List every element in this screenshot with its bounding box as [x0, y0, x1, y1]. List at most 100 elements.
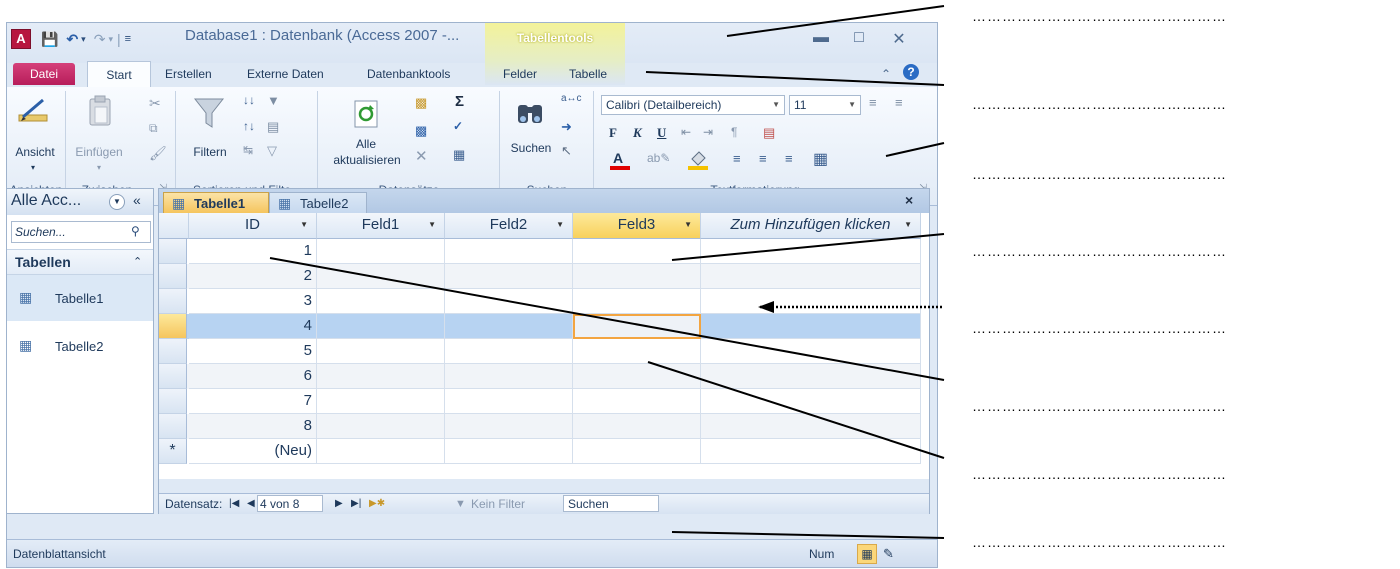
save-record-icon[interactable]: ▩ [415, 123, 427, 139]
tab-start[interactable]: Start [87, 61, 151, 88]
data-cell[interactable] [317, 414, 445, 439]
data-cell[interactable] [317, 264, 445, 289]
last-record-icon[interactable]: ▶| [351, 494, 361, 514]
filter-status-button[interactable]: Kein Filter [471, 494, 525, 514]
data-cell[interactable] [701, 264, 921, 289]
next-record-icon[interactable]: ▶ [335, 494, 343, 514]
column-header-feld2[interactable]: Feld2 ▼ [445, 213, 573, 239]
suchen-button[interactable]: Suchen [501, 141, 561, 155]
filter-icon[interactable] [193, 97, 225, 131]
save-icon[interactable]: 💾 [41, 31, 58, 48]
more-records-icon[interactable]: ▦ [453, 147, 465, 163]
selection-filter-icon[interactable]: ▼ [267, 93, 280, 108]
font-color-icon[interactable]: A [609, 149, 631, 171]
gridline-color-icon[interactable]: ▤ [763, 125, 775, 141]
toggle-filter-icon[interactable]: ▽ [267, 143, 277, 159]
goto-icon[interactable]: ➜ [561, 119, 572, 135]
id-cell[interactable]: 1 [189, 239, 317, 264]
align-left-icon[interactable]: ≡ [733, 151, 741, 166]
data-cell[interactable] [317, 289, 445, 314]
collapse-ribbon-icon[interactable]: ⌃ [881, 67, 891, 81]
binoculars-icon[interactable] [515, 97, 545, 127]
table-row[interactable]: 6 [159, 364, 921, 389]
ansicht-button[interactable]: Ansicht [9, 145, 61, 159]
font-size-combo[interactable]: 11 ▼ [789, 95, 861, 115]
doc-tab-tabelle2[interactable]: ▦ Tabelle2 [269, 192, 367, 213]
table-row[interactable]: 2 [159, 264, 921, 289]
record-selector[interactable] [159, 289, 187, 314]
record-selector[interactable] [159, 339, 187, 364]
numbering-icon[interactable]: ≡ [895, 95, 903, 110]
data-cell[interactable] [445, 389, 573, 414]
data-cell[interactable] [701, 389, 921, 414]
data-cell[interactable] [317, 314, 445, 339]
view-icon[interactable] [17, 97, 51, 127]
sort-ascending-icon[interactable]: ↓↓ [243, 93, 255, 107]
customize-qat-icon[interactable]: ≡ [125, 33, 131, 45]
record-selector[interactable]: * [159, 439, 187, 464]
id-cell[interactable]: (Neu) [189, 439, 317, 464]
record-selector[interactable] [159, 239, 187, 264]
doc-tab-tabelle1[interactable]: ▦ Tabelle1 [163, 192, 269, 213]
record-selector[interactable] [159, 314, 187, 339]
table-row[interactable]: 4 [159, 314, 921, 339]
background-color-icon[interactable] [687, 149, 709, 171]
table-row[interactable]: 1 [159, 239, 921, 264]
data-cell[interactable] [701, 339, 921, 364]
close-window-icon[interactable]: ✕ [887, 29, 911, 49]
totals-icon[interactable]: Σ [455, 93, 464, 110]
data-cell[interactable] [317, 439, 445, 464]
remove-sort-icon[interactable]: ↹ [243, 143, 253, 157]
underline-button[interactable]: U [657, 125, 666, 141]
cut-icon[interactable]: ✂ [149, 95, 161, 112]
paste-icon[interactable] [87, 95, 113, 127]
tab-tabelle[interactable]: Tabelle [563, 63, 613, 85]
table-row[interactable]: 5 [159, 339, 921, 364]
undo-dropdown-icon[interactable]: ▾ [81, 34, 86, 45]
column-header-add-field[interactable]: Zum Hinzufügen klicken ▼ [701, 213, 921, 239]
data-cell[interactable] [445, 414, 573, 439]
indent-increase-icon[interactable]: ⇥ [703, 125, 713, 139]
data-cell[interactable] [317, 339, 445, 364]
table-row[interactable]: 3 [159, 289, 921, 314]
refresh-all-icon[interactable] [353, 99, 379, 129]
indent-decrease-icon[interactable]: ⇤ [681, 125, 691, 139]
select-icon[interactable]: ↖ [561, 143, 572, 159]
data-cell[interactable] [445, 264, 573, 289]
design-view-icon[interactable]: ✎ [883, 540, 894, 567]
prev-record-icon[interactable]: ◀ [247, 494, 255, 514]
redo-icon[interactable]: ↷ [94, 31, 106, 48]
new-record-row[interactable]: * (Neu) [159, 439, 921, 464]
data-cell[interactable] [445, 339, 573, 364]
copy-icon[interactable]: ⧉ [149, 121, 158, 136]
filtern-button[interactable]: Filtern [187, 145, 233, 159]
undo-icon[interactable]: ↶ [66, 31, 78, 48]
tab-externe-daten[interactable]: Externe Daten [241, 63, 330, 85]
nav-collapse-icon[interactable]: « [133, 192, 141, 208]
table-row[interactable]: 8 [159, 414, 921, 439]
id-cell[interactable]: 4 [189, 314, 317, 339]
italic-button[interactable]: K [633, 125, 642, 141]
data-cell[interactable] [573, 289, 701, 314]
id-cell[interactable]: 8 [189, 414, 317, 439]
sort-descending-icon[interactable]: ↑↓ [243, 119, 255, 133]
data-cell[interactable] [573, 239, 701, 264]
data-cell[interactable] [573, 364, 701, 389]
data-cell[interactable] [701, 289, 921, 314]
active-cell[interactable] [573, 314, 701, 339]
column-header-feld1[interactable]: Feld1 ▼ [317, 213, 445, 239]
format-painter-icon[interactable]: 🖌 [149, 145, 167, 162]
nav-menu-dropdown-icon[interactable]: ▼ [109, 194, 125, 210]
record-selector[interactable] [159, 264, 187, 289]
data-cell[interactable] [445, 439, 573, 464]
column-header-feld3[interactable]: Feld3 ▼ [573, 213, 701, 239]
column-header-id[interactable]: ID ▼ [189, 213, 317, 239]
gridlines-icon[interactable]: ▦ [813, 149, 828, 169]
data-cell[interactable] [701, 314, 921, 339]
minimize-icon[interactable]: ▬ [809, 29, 833, 49]
redo-dropdown-icon[interactable]: ▾ [108, 34, 113, 45]
id-cell[interactable]: 2 [189, 264, 317, 289]
help-icon[interactable]: ? [903, 64, 919, 80]
nav-header[interactable]: Alle Acc... ▼ « [7, 189, 153, 215]
new-record-icon[interactable]: ▩ [415, 95, 427, 111]
